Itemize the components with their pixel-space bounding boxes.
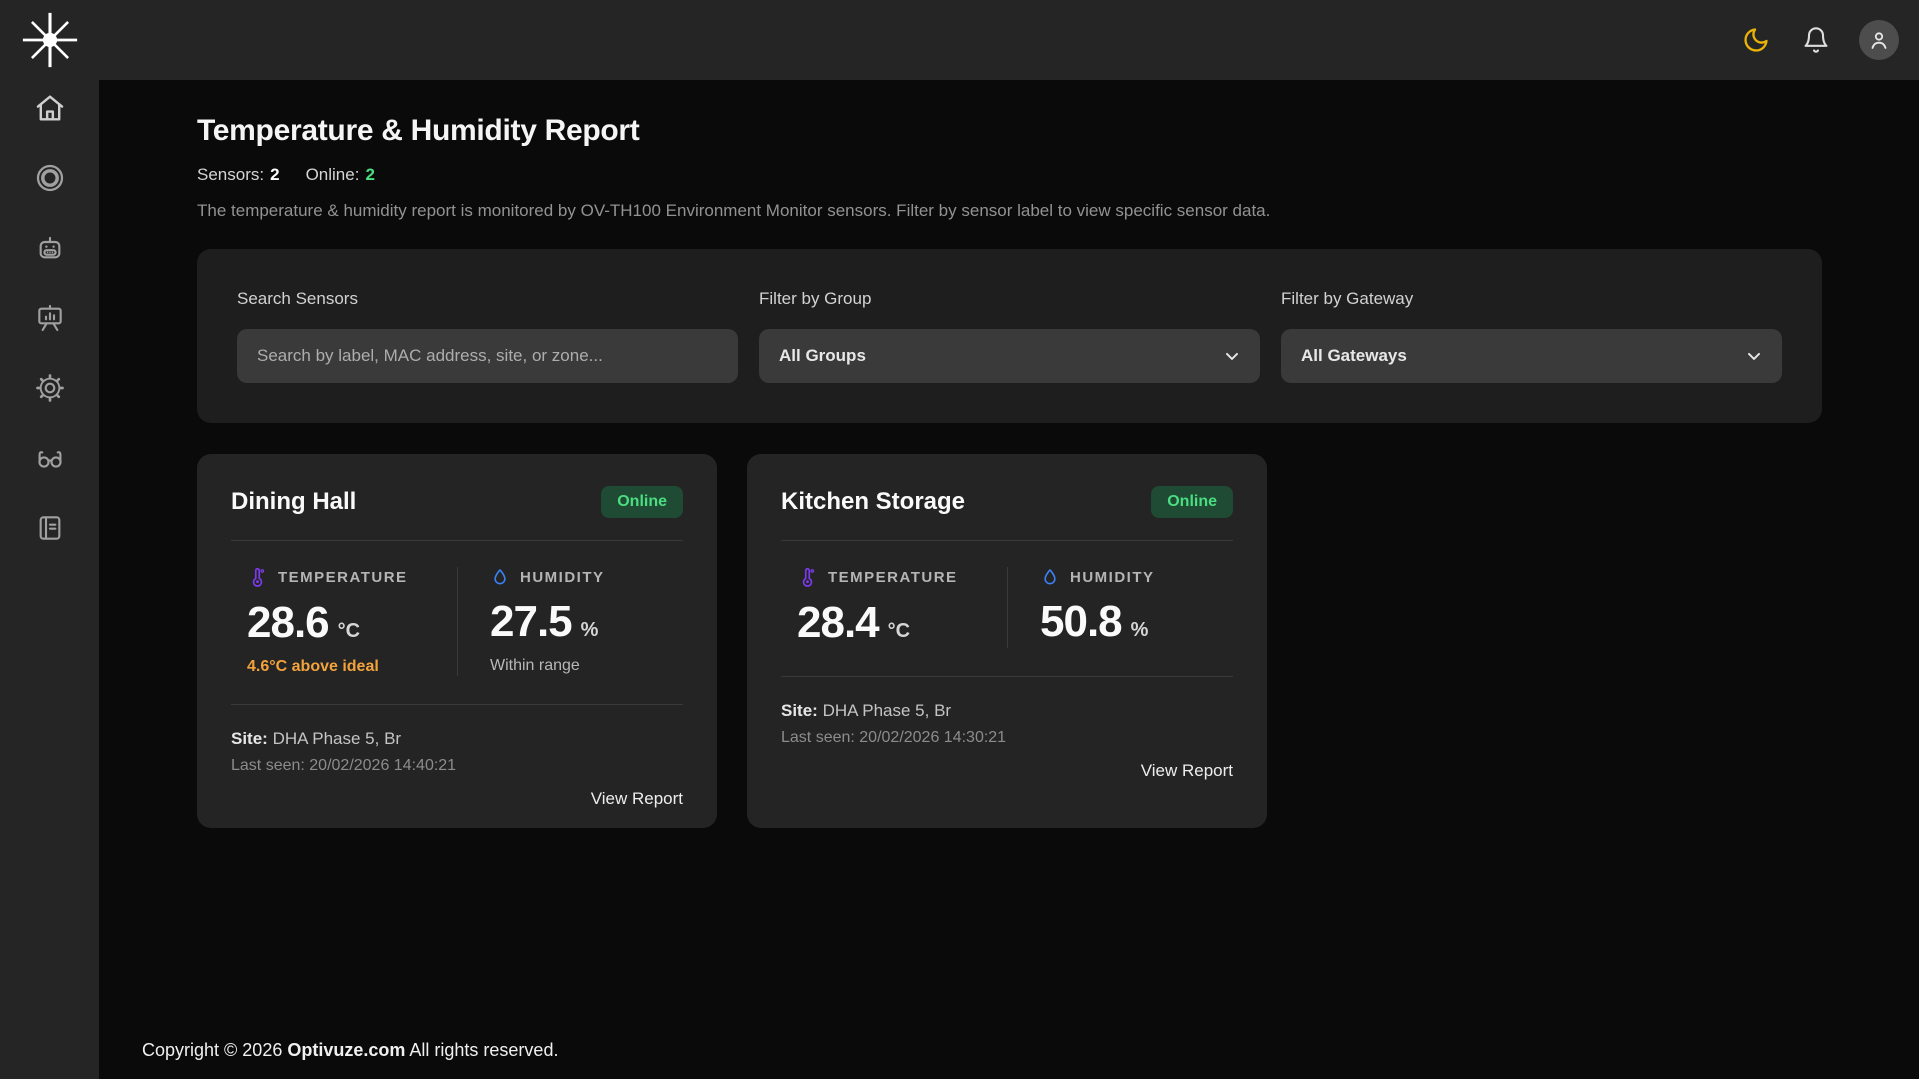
topbar [0,0,1919,80]
glasses-icon [34,442,66,474]
group-filter: Filter by Group All Groups [759,289,1260,423]
gateway-filter: Filter by Gateway All Gateways [1281,289,1782,423]
humidity-value: 27.5 % [490,597,683,647]
search-filter: Search Sensors [237,289,738,423]
topbar-actions [1739,20,1919,60]
last-seen: Last seen: 20/02/2026 14:30:21 [781,729,1233,747]
humidity-metric: HUMIDITY 50.8 % [1007,567,1233,648]
sidebar-item-presentation[interactable] [0,290,99,346]
card-header: Dining Hall Online [231,486,683,518]
temperature-value: 28.6 °C [247,598,457,648]
status-badge: Online [601,486,683,518]
droplet-icon [490,567,510,587]
card-metrics: TEMPERATURE 28.6 °C 4.6°C above ideal [231,541,683,704]
group-select-value: All Groups [779,346,866,366]
site-line: Site: DHA Phase 5, Br [781,701,1233,721]
search-label: Search Sensors [237,289,738,309]
temperature-metric: TEMPERATURE 28.6 °C 4.6°C above ideal [231,567,457,676]
status-badge: Online [1151,486,1233,518]
card-footer: Site: DHA Phase 5, Br Last seen: 20/02/2… [231,705,683,809]
sensor-stats: Sensors: 2 Online: 2 [197,165,1822,185]
sidebar-item-robot[interactable] [0,220,99,276]
home-icon [33,91,67,125]
sensor-card: Dining Hall Online [197,454,717,828]
copyright-footer: Copyright © 2026 Optivuze.com All rights… [142,1040,558,1061]
humidity-status: Within range [490,657,683,675]
temperature-value: 28.4 °C [797,598,1007,648]
sparkle-logo-icon [19,9,81,71]
copyright-suffix: All rights reserved. [405,1040,558,1060]
chevron-down-icon [1222,346,1242,366]
card-header: Kitchen Storage Online [781,486,1233,518]
app-logo[interactable] [0,9,99,71]
metric-label: TEMPERATURE [828,569,958,586]
sensor-card: Kitchen Storage Online [747,454,1267,828]
brand-name: Optivuze.com [287,1040,405,1060]
notifications-button[interactable] [1799,23,1833,57]
thermometer-icon [247,567,268,588]
droplet-icon [1040,567,1060,587]
site-value: DHA Phase 5, Br [823,701,952,720]
sidebar-item-settings[interactable] [0,360,99,416]
site-line: Site: DHA Phase 5, Br [231,729,683,749]
copyright-prefix: Copyright © 2026 [142,1040,287,1060]
sensors-count-stat: Sensors: 2 [197,165,280,185]
page-description: The temperature & humidity report is mon… [197,201,1822,221]
sensor-title: Kitchen Storage [781,488,965,516]
search-input[interactable] [237,329,738,383]
sidebar [0,80,99,1079]
card-metrics: TEMPERATURE 28.4 °C [781,541,1233,676]
page-title: Temperature & Humidity Report [197,114,1822,148]
moon-icon [1742,26,1770,54]
gateway-label: Filter by Gateway [1281,289,1782,309]
presentation-chart-icon [34,302,66,334]
group-label: Filter by Group [759,289,1260,309]
user-avatar[interactable] [1859,20,1899,60]
robot-icon [34,232,66,264]
sidebar-item-target[interactable] [0,150,99,206]
journal-icon [34,512,66,544]
metric-label: TEMPERATURE [278,569,408,586]
settings-gear-icon [34,372,66,404]
view-report-link[interactable]: View Report [231,789,683,809]
gateway-select-value: All Gateways [1301,346,1407,366]
theme-toggle-button[interactable] [1739,23,1773,57]
online-value: 2 [365,165,374,185]
sensors-label: Sensors: [197,165,264,185]
sensor-title: Dining Hall [231,488,356,516]
target-icon [34,162,66,194]
sidebar-item-journal[interactable] [0,500,99,556]
bell-icon [1802,26,1830,54]
view-report-link[interactable]: View Report [781,761,1233,781]
metric-label: HUMIDITY [1070,569,1155,586]
filter-panel: Search Sensors Filter by Group All Group… [197,249,1822,423]
temperature-status: 4.6°C above ideal [247,658,457,676]
sidebar-item-glasses[interactable] [0,430,99,486]
temperature-metric: TEMPERATURE 28.4 °C [781,567,1007,648]
sensors-value: 2 [270,165,279,185]
metric-label: HUMIDITY [520,569,605,586]
gateway-select[interactable]: All Gateways [1281,329,1782,383]
humidity-value: 50.8 % [1040,597,1233,647]
chevron-down-icon [1744,346,1764,366]
last-seen: Last seen: 20/02/2026 14:40:21 [231,757,683,775]
card-footer: Site: DHA Phase 5, Br Last seen: 20/02/2… [781,677,1233,781]
online-label: Online: [306,165,360,185]
app-root: Temperature & Humidity Report Sensors: 2… [0,0,1919,1079]
thermometer-icon [797,567,818,588]
online-count-stat: Online: 2 [306,165,375,185]
sensor-cards: Dining Hall Online [197,454,1822,828]
main-content: Temperature & Humidity Report Sensors: 2… [99,80,1919,1079]
humidity-metric: HUMIDITY 27.5 % Within range [457,567,683,676]
site-value: DHA Phase 5, Br [273,729,402,748]
group-select[interactable]: All Groups [759,329,1260,383]
sidebar-item-home[interactable] [0,80,99,136]
user-icon [1867,28,1891,52]
